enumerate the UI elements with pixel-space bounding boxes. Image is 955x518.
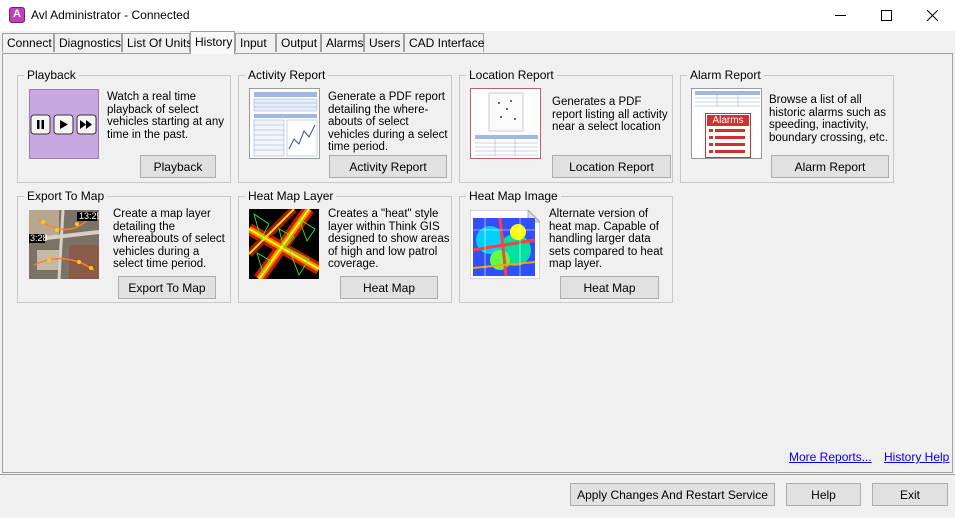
heat-map-image-title: Heat Map Image	[466, 189, 561, 203]
maximize-icon	[880, 10, 892, 21]
map-time-label-2: 3:28	[30, 233, 48, 243]
export-to-map-description: Create a map layer detailing the whereab…	[113, 208, 225, 270]
alarm-report-title: Alarm Report	[687, 68, 764, 82]
heat-layer-icon	[249, 209, 319, 279]
report-document-icon	[253, 92, 318, 157]
app-icon	[9, 7, 25, 23]
title-bar: Avl Administrator - Connected	[0, 0, 955, 31]
playback-thumbnail	[29, 89, 99, 159]
tab-alarms[interactable]: Alarms	[321, 33, 364, 52]
activity-report-button[interactable]: Activity Report	[329, 155, 447, 178]
close-button[interactable]	[909, 0, 955, 31]
alarm-report-description: Browse a list of all historic alarms suc…	[769, 94, 888, 144]
heat-map-image-thumbnail	[470, 210, 540, 279]
heat-map-layer-thumbnail	[249, 209, 319, 279]
export-to-map-thumbnail: 13:29 3:28	[29, 210, 99, 279]
export-to-map-button[interactable]: Export To Map	[118, 276, 216, 299]
location-report-thumbnail	[470, 88, 541, 159]
activity-report-description: Generate a PDF report detailing the wher…	[328, 91, 448, 153]
help-button[interactable]: Help	[786, 483, 861, 506]
playback-title: Playback	[24, 68, 79, 82]
location-report-group: Location Report Generates a PDF report l…	[459, 68, 673, 183]
tab-strip: Connect Diagnostics List Of Units Histor…	[0, 31, 955, 54]
heat-image-icon	[470, 210, 540, 279]
location-map-icon	[475, 92, 538, 156]
playback-controls-icon	[30, 114, 97, 135]
playback-button[interactable]: Playback	[140, 155, 216, 178]
tab-output[interactable]: Output	[276, 33, 321, 52]
minimize-button[interactable]	[817, 0, 863, 31]
activity-report-title: Activity Report	[245, 68, 329, 82]
alarm-lines-icon	[709, 129, 745, 153]
tab-input[interactable]: Input	[235, 33, 276, 52]
activity-report-group: Activity Report Generate a PDF report de…	[238, 68, 452, 183]
tab-users[interactable]: Users	[364, 33, 404, 52]
tab-list-of-units[interactable]: List Of Units	[122, 33, 192, 52]
heat-map-layer-title: Heat Map Layer	[245, 189, 337, 203]
export-to-map-group: Export To Map 13:29 3:28 Create a map la…	[17, 189, 231, 303]
tab-history[interactable]: History	[190, 31, 235, 54]
heat-map-layer-group: Heat Map Layer Creates a "heat" style la…	[238, 189, 452, 303]
alarm-report-button[interactable]: Alarm Report	[771, 155, 889, 178]
tab-connect[interactable]: Connect	[2, 33, 54, 52]
alarm-report-group: Alarm Report Alarms Browse a list of all…	[680, 68, 894, 183]
location-report-button[interactable]: Location Report	[552, 155, 671, 178]
heat-map-image-button[interactable]: Heat Map	[560, 276, 659, 299]
map-time-label-1: 13:29	[79, 211, 99, 221]
footer-bar: Apply Changes And Restart Service Help E…	[0, 475, 955, 518]
playback-description: Watch a real time playback of select veh…	[107, 91, 224, 141]
location-report-title: Location Report	[466, 68, 557, 82]
alarm-list-icon: Alarms	[705, 113, 751, 158]
activity-report-thumbnail	[249, 88, 320, 159]
tab-diagnostics[interactable]: Diagnostics	[54, 33, 122, 52]
location-report-description: Generates a PDF report listing all activ…	[552, 96, 668, 133]
minimize-icon	[834, 15, 846, 16]
alarm-table-icon	[695, 91, 760, 107]
alarm-report-thumbnail: Alarms	[691, 88, 762, 159]
export-to-map-title: Export To Map	[24, 189, 108, 203]
playback-group: Playback Watch a real time playback of s…	[17, 68, 231, 183]
apply-restart-button[interactable]: Apply Changes And Restart Service	[570, 483, 775, 506]
close-icon	[926, 10, 938, 21]
maximize-button[interactable]	[863, 0, 909, 31]
alarm-label: Alarms	[706, 114, 750, 127]
window-title: Avl Administrator - Connected	[31, 8, 190, 22]
more-reports-link[interactable]: More Reports...	[789, 450, 872, 464]
heat-map-image-group: Heat Map Image Alternate version of heat…	[459, 189, 673, 303]
history-help-link[interactable]: History Help	[884, 450, 949, 464]
heat-map-layer-button[interactable]: Heat Map	[340, 276, 438, 299]
tab-cad-interface[interactable]: CAD Interface	[404, 33, 484, 52]
heat-map-layer-description: Creates a "heat" style layer within Thin…	[328, 208, 450, 270]
heat-map-image-description: Alternate version of heat map. Capable o…	[549, 208, 663, 270]
exit-button[interactable]: Exit	[872, 483, 948, 506]
